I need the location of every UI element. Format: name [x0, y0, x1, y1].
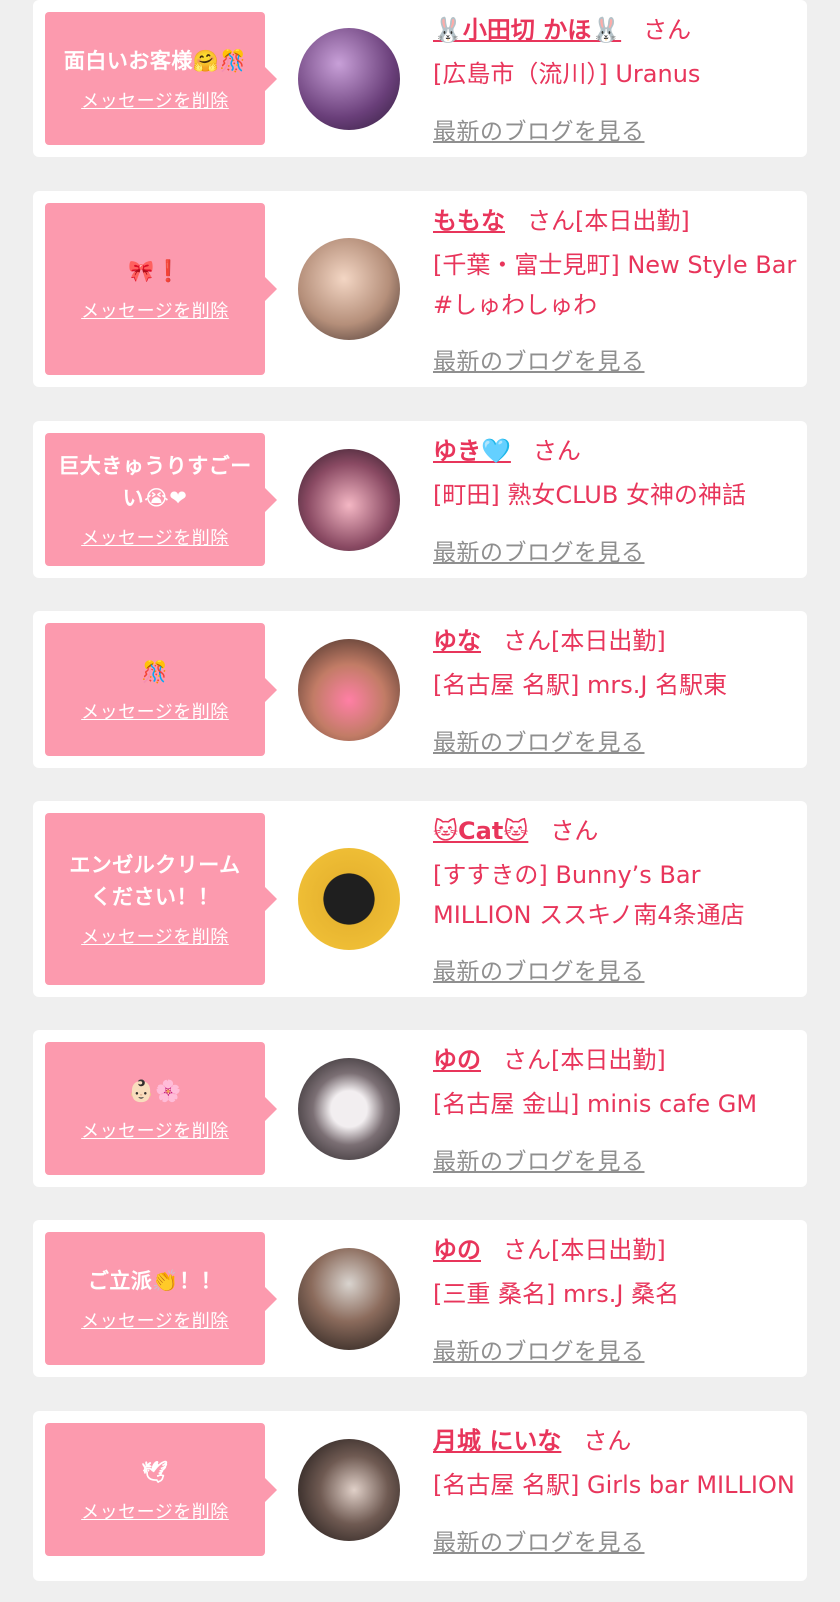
message-card: エンゼルクリームください！！ メッセージを削除 🐱Cat🐱 さん [すすきの] B…: [33, 801, 807, 997]
message-card: ご立派👏！！ メッセージを削除 ゆの さん[本日出勤] [三重 桑名] mrs.J…: [33, 1220, 807, 1377]
cast-info: ゆの さん[本日出勤] [名古屋 金山] minis cafe GM 最新のブログ…: [433, 1044, 797, 1184]
cast-info: ゆな さん[本日出勤] [名古屋 名駅] mrs.J 名駅東 最新のブログを見る: [433, 625, 797, 765]
delete-message-link[interactable]: メッセージを削除: [81, 1307, 229, 1333]
avatar[interactable]: [298, 238, 400, 340]
delete-message-link[interactable]: メッセージを削除: [81, 524, 229, 550]
delete-message-link[interactable]: メッセージを削除: [81, 923, 229, 949]
message-bubble: 巨大きゅうりすごーい😭❤ メッセージを削除: [45, 433, 277, 566]
avatar[interactable]: [298, 28, 400, 130]
message-text: エンゼルクリームください！！: [69, 853, 241, 909]
latest-blog-link[interactable]: 最新のブログを見る: [433, 1523, 645, 1557]
message-list: 面白いお客様🤗🎊 メッセージを削除 🐰小田切 かほ🐰 さん [広島市（流川）] U…: [0, 0, 840, 1602]
status-badge: [本日出勤]: [575, 207, 690, 235]
cast-name-link[interactable]: ゆな: [433, 627, 481, 655]
message-card: 🎀❗ メッセージを削除 ももな さん[本日出勤] [千葉・富士見町] New St…: [33, 191, 807, 387]
delete-message-link[interactable]: メッセージを削除: [81, 87, 229, 113]
cast-name-link[interactable]: 月城 にいな: [433, 1427, 561, 1455]
shop-label: [広島市（流川）] Uranus: [433, 60, 701, 88]
san-label: さん: [532, 437, 581, 465]
message-text: 🎊: [141, 659, 169, 684]
cast-name-link[interactable]: 🐱Cat🐱: [433, 817, 528, 845]
message-text: 🕊: [141, 1459, 169, 1484]
cast-name-link[interactable]: 🐰小田切 かほ🐰: [433, 16, 621, 44]
cast-name-link[interactable]: ゆの: [433, 1046, 481, 1074]
shop-label: [三重 桑名] mrs.J 桑名: [433, 1280, 680, 1308]
avatar[interactable]: [298, 1439, 400, 1541]
avatar[interactable]: [298, 639, 400, 741]
shop-label: [千葉・富士見町] New Style Bar #しゅわしゅわ: [433, 251, 797, 319]
delete-message-link[interactable]: メッセージを削除: [81, 698, 229, 724]
cast-name-link[interactable]: ももな: [433, 207, 505, 235]
cast-info: 🐱Cat🐱 さん [すすきの] Bunny’s Bar MILLION ススキノ南…: [433, 815, 797, 995]
message-text: 👶🏻🌸: [128, 1078, 182, 1103]
avatar[interactable]: [298, 1248, 400, 1350]
shop-label: [名古屋 金山] minis cafe GM: [433, 1090, 758, 1118]
latest-blog-link[interactable]: 最新のブログを見る: [433, 342, 645, 376]
cast-info: ももな さん[本日出勤] [千葉・富士見町] New Style Bar #しゅわ…: [433, 205, 797, 385]
san-label: さん: [643, 16, 692, 44]
avatar[interactable]: [298, 848, 400, 950]
san-label: さん: [503, 1046, 551, 1074]
message-text: 巨大きゅうりすごーい😭❤: [58, 453, 252, 510]
san-label: さん: [527, 207, 575, 235]
message-bubble: 👶🏻🌸 メッセージを削除: [45, 1042, 277, 1175]
status-badge: [本日出勤]: [551, 627, 666, 655]
cast-info: ゆの さん[本日出勤] [三重 桑名] mrs.J 桑名 最新のブログを見る: [433, 1234, 797, 1374]
latest-blog-link[interactable]: 最新のブログを見る: [433, 112, 645, 146]
cast-info: 🐰小田切 かほ🐰 さん [広島市（流川）] Uranus 最新のブログを見る: [433, 14, 797, 154]
latest-blog-link[interactable]: 最新のブログを見る: [433, 533, 645, 567]
latest-blog-link[interactable]: 最新のブログを見る: [433, 952, 645, 986]
message-card: 👶🏻🌸 メッセージを削除 ゆの さん[本日出勤] [名古屋 金山] minis c…: [33, 1030, 807, 1187]
shop-label: [町田] 熟女CLUB 女神の神話: [433, 481, 746, 509]
cast-info: 月城 にいな さん [名古屋 名駅] Girls bar MILLION 最新のブ…: [433, 1425, 797, 1575]
message-bubble: 🎊 メッセージを削除: [45, 623, 277, 756]
message-text: 面白いお客様🤗🎊: [63, 48, 247, 73]
avatar[interactable]: [298, 449, 400, 551]
san-label: さん: [550, 817, 599, 845]
latest-blog-link[interactable]: 最新のブログを見る: [433, 723, 645, 757]
message-text: 🎀❗: [128, 259, 182, 283]
message-text: ご立派👏！！: [87, 1268, 223, 1293]
san-label: さん: [583, 1427, 632, 1455]
delete-message-link[interactable]: メッセージを削除: [81, 297, 229, 323]
message-card: 面白いお客様🤗🎊 メッセージを削除 🐰小田切 かほ🐰 さん [広島市（流川）] U…: [33, 0, 807, 157]
shop-label: [名古屋 名駅] mrs.J 名駅東: [433, 671, 728, 699]
shop-label: [すすきの] Bunny’s Bar MILLION ススキノ南4条通店: [433, 861, 745, 929]
san-label: さん: [503, 627, 551, 655]
message-bubble: 🕊 メッセージを削除: [45, 1423, 277, 1556]
message-bubble: エンゼルクリームください！！ メッセージを削除: [45, 813, 277, 985]
message-card: 巨大きゅうりすごーい😭❤ メッセージを削除 ゆき🩵 さん [町田] 熟女CLUB …: [33, 421, 807, 578]
san-label: さん: [503, 1236, 551, 1264]
delete-message-link[interactable]: メッセージを削除: [81, 1117, 229, 1143]
status-badge: [本日出勤]: [551, 1046, 666, 1074]
message-bubble: ご立派👏！！ メッセージを削除: [45, 1232, 277, 1365]
status-badge: [本日出勤]: [551, 1236, 666, 1264]
message-card: 🕊 メッセージを削除 月城 にいな さん [名古屋 名駅] Girls bar M…: [33, 1411, 807, 1581]
avatar[interactable]: [298, 1058, 400, 1160]
message-bubble: 🎀❗ メッセージを削除: [45, 203, 277, 375]
cast-name-link[interactable]: ゆき🩵: [433, 437, 511, 465]
cast-info: ゆき🩵 さん [町田] 熟女CLUB 女神の神話 最新のブログを見る: [433, 435, 797, 575]
message-card: 🎊 メッセージを削除 ゆな さん[本日出勤] [名古屋 名駅] mrs.J 名駅東…: [33, 611, 807, 768]
latest-blog-link[interactable]: 最新のブログを見る: [433, 1332, 645, 1366]
shop-label: [名古屋 名駅] Girls bar MILLION: [433, 1471, 795, 1499]
message-bubble: 面白いお客様🤗🎊 メッセージを削除: [45, 12, 277, 145]
delete-message-link[interactable]: メッセージを削除: [81, 1498, 229, 1524]
cast-name-link[interactable]: ゆの: [433, 1236, 481, 1264]
latest-blog-link[interactable]: 最新のブログを見る: [433, 1142, 645, 1176]
